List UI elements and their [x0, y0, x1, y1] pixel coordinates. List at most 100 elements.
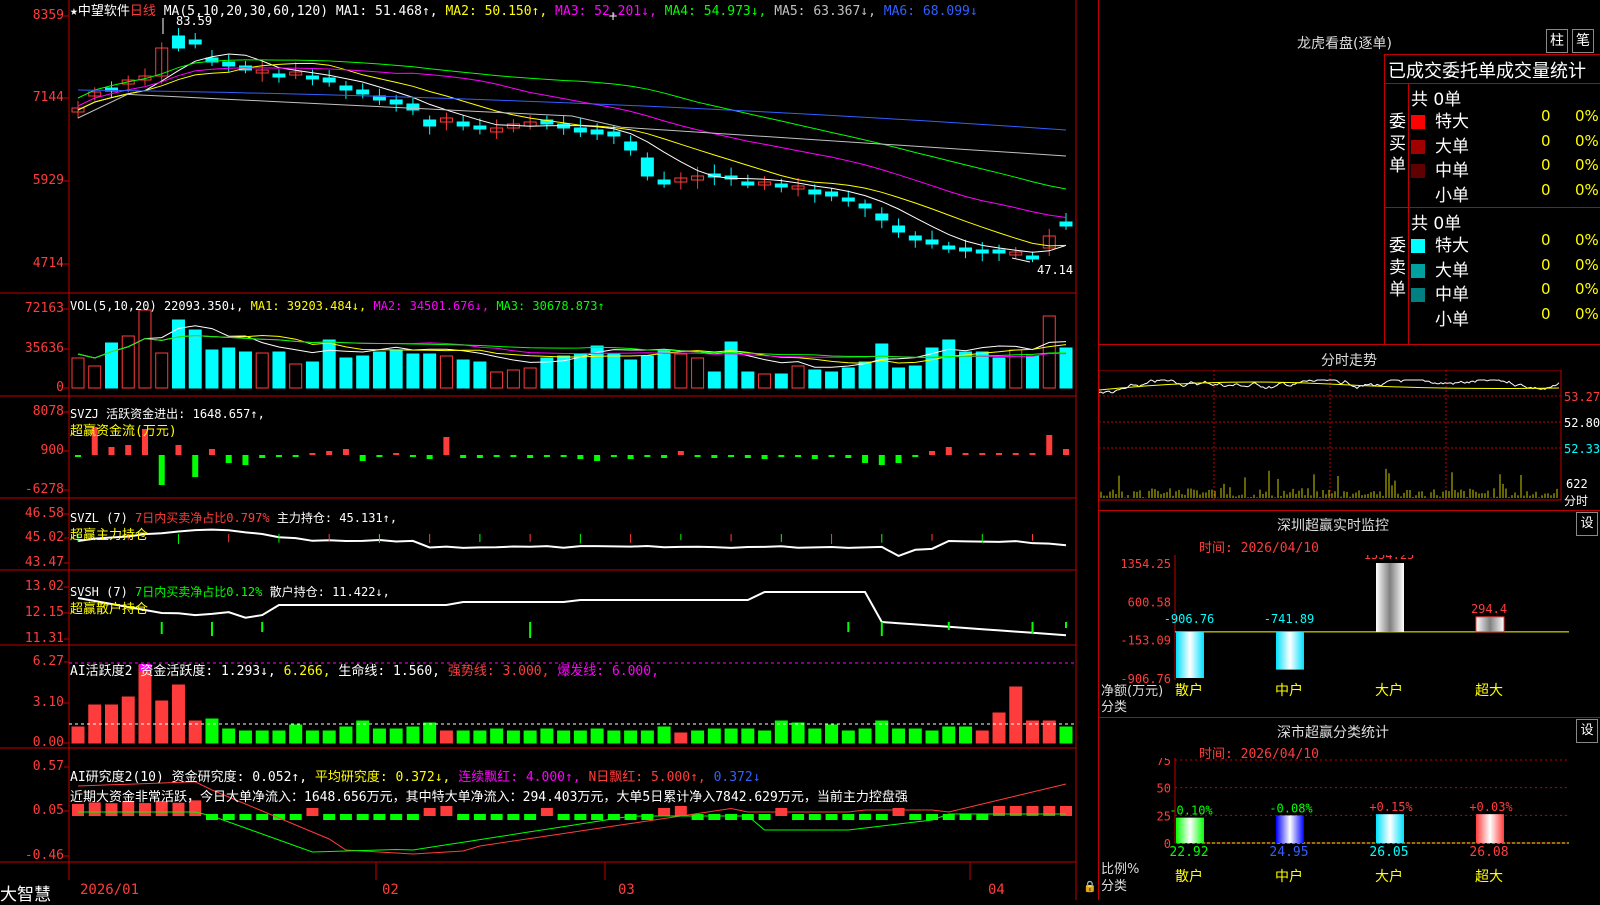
fl-axis-label: 50	[1157, 782, 1171, 796]
buy-pct: 0%	[1575, 180, 1599, 199]
research-bar	[323, 814, 336, 820]
research-bar	[72, 803, 84, 816]
activity-bar	[808, 728, 822, 744]
candle-body	[389, 99, 403, 105]
sz-time: 时间: 2026/04/10	[1199, 541, 1319, 556]
activity-bar	[590, 728, 604, 744]
sell-row: 特大 0 0%	[1411, 231, 1600, 256]
activity-bar	[557, 730, 571, 744]
stock-name[interactable]: 中望软件	[78, 4, 130, 19]
date-apr: 04	[988, 882, 1005, 898]
fund-flow-bar	[912, 455, 919, 457]
activity-bar	[825, 724, 839, 744]
fund-flow-bar	[1012, 453, 1019, 455]
axis-label: 900	[40, 443, 64, 458]
sz-value-label: 1354.25	[1364, 555, 1415, 562]
ma-2-value: MA2: 50.150↑,	[437, 4, 548, 19]
lock-icon[interactable]: 🔒	[1083, 880, 1097, 893]
activity-bar	[975, 730, 989, 744]
candle-body	[841, 197, 855, 202]
axis-label: 45.02	[24, 530, 64, 545]
sz-value-label: 294.4	[1471, 602, 1507, 616]
activity-bar	[707, 728, 721, 744]
chart-area[interactable]	[0, 0, 1100, 900]
axis-label: 12.15	[24, 605, 64, 620]
volume-bar	[473, 361, 487, 389]
activity-bar	[892, 728, 906, 744]
research-bar	[289, 814, 302, 820]
buy-orders-label: 委买单	[1389, 112, 1406, 176]
sell-pct: 0%	[1575, 255, 1599, 274]
axis-label: 7144	[32, 90, 64, 105]
color-swatch	[1411, 164, 1425, 178]
volume-bar	[523, 367, 537, 389]
main-force-line	[77, 528, 1067, 558]
fund-flow-bar	[359, 455, 366, 461]
volume-bar	[858, 361, 872, 389]
fl-axis-subtitle: 分类	[1101, 879, 1128, 894]
buy-pct: 0%	[1575, 156, 1599, 174]
fund-flow-bar	[543, 455, 550, 457]
research-bar	[306, 808, 319, 816]
volume-bar	[959, 351, 973, 389]
axis-label: 46.58	[24, 506, 64, 521]
bar-mode-button[interactable]: 柱	[1546, 29, 1568, 53]
volume-bar	[406, 353, 420, 389]
research-bar	[473, 814, 486, 820]
fl-category-label: 超大	[1475, 869, 1503, 885]
research-bar	[423, 808, 436, 816]
fenshi-axis-3: 52.33	[1564, 442, 1600, 456]
fund-flow-bar	[962, 453, 969, 455]
date-mar: 03	[618, 882, 635, 898]
fund-flow-bar	[225, 455, 232, 463]
volume-bar	[423, 353, 437, 389]
buy-row: 中单 0 0%	[1411, 156, 1600, 181]
fund-flow-bar	[326, 451, 333, 455]
activity-bar	[155, 700, 169, 744]
volume-bar	[372, 351, 386, 389]
activity-bar	[238, 730, 252, 744]
volume-bar	[758, 373, 772, 389]
research-bar	[507, 814, 520, 820]
sell-name: 中单	[1435, 285, 1469, 305]
candle-body	[473, 125, 487, 130]
buy-num: 0	[1541, 107, 1551, 125]
axis-label: 13.02	[24, 579, 64, 594]
fund-flow-bar	[192, 455, 199, 477]
fenshi-axis-2: 52.80	[1564, 416, 1600, 430]
high-mark: 83.59	[176, 14, 213, 28]
research-bar	[239, 814, 252, 820]
favorite-star-icon[interactable]: ★	[70, 4, 78, 19]
sz-settings-button[interactable]: 设	[1576, 512, 1598, 536]
research-bar	[641, 814, 654, 820]
fund-flow-bar	[945, 447, 952, 455]
fund-flow-bar	[309, 453, 316, 455]
fund-flow-bar	[644, 455, 651, 457]
intraday-chart[interactable]	[1099, 370, 1600, 510]
volume-bar	[808, 369, 822, 389]
research-bar	[959, 814, 972, 820]
volume-bar	[439, 355, 453, 389]
research-bar	[825, 814, 838, 820]
fund-flow-bar	[694, 455, 701, 457]
activity-bar	[490, 728, 504, 744]
low-mark: 47.14	[1037, 263, 1074, 277]
activity-bar	[389, 728, 403, 744]
candle-body	[825, 191, 839, 197]
activity-bar	[289, 724, 303, 744]
fl-bar	[1476, 814, 1504, 843]
ma-1-value: MA1: 51.468↑,	[335, 4, 438, 19]
activity-bar	[908, 728, 922, 744]
candle-body	[322, 77, 336, 83]
volume-bar	[305, 361, 319, 389]
axis-label: 8078	[32, 404, 64, 419]
tick-mode-button[interactable]: 笔	[1572, 29, 1594, 53]
activity-bar	[791, 722, 805, 744]
activity-bar	[121, 696, 135, 744]
fl-settings-button[interactable]: 设	[1576, 719, 1598, 743]
period-label[interactable]: 日线	[130, 4, 156, 19]
activity-bar	[439, 730, 453, 744]
volume-bar	[1026, 355, 1040, 389]
volume-bar	[71, 357, 85, 389]
fund-flow-bar	[744, 455, 751, 458]
